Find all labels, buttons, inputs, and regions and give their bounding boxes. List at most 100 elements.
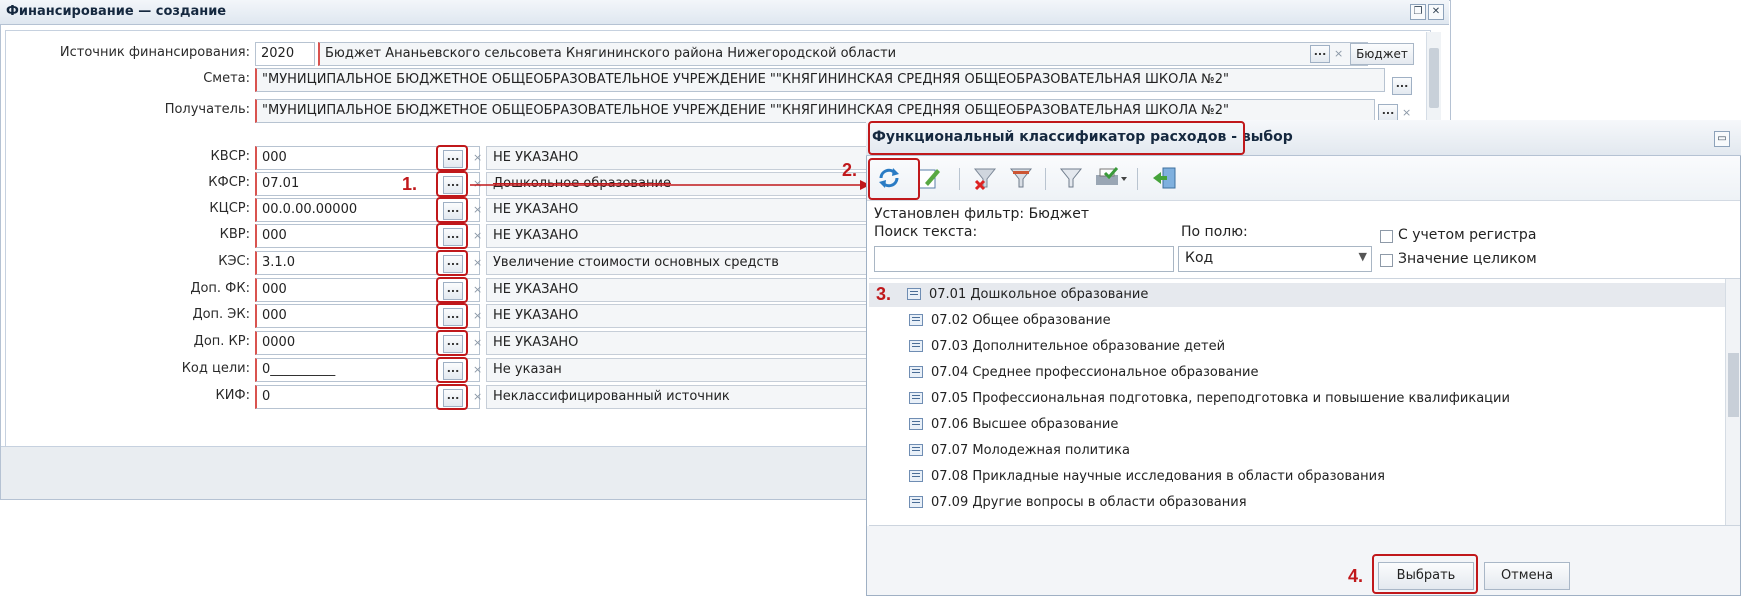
document-list-icon	[907, 288, 921, 300]
filter-icon[interactable]	[1007, 165, 1035, 191]
classifier-clear-icon[interactable]: ×	[473, 151, 482, 164]
dialog-footer	[867, 526, 1740, 595]
step-3-label: 3.	[876, 284, 892, 304]
whole-value-label: Значение целиком	[1398, 251, 1537, 267]
classifier-name-field: Неклассифицированный источник	[486, 385, 868, 409]
select-highlight	[1372, 554, 1478, 594]
classifier-label: КВР:	[219, 227, 250, 242]
step-2-label: 2.	[842, 160, 858, 180]
case-sensitive-checkbox[interactable]	[1380, 230, 1393, 243]
classifier-clear-icon[interactable]: ×	[473, 309, 482, 322]
document-list-icon	[909, 496, 923, 508]
list-item-label: 07.07 Молодежная политика	[931, 443, 1130, 458]
list-item[interactable]: 07.07 Молодежная политика	[869, 439, 1549, 463]
dialog-title-highlight	[868, 121, 1245, 155]
classifier-label: Код цели:	[181, 361, 250, 376]
classifier-lookup-button[interactable]: ...	[443, 255, 463, 273]
print-icon[interactable]	[1093, 165, 1127, 191]
smeta-field[interactable]: "МУНИЦИПАЛЬНОЕ БЮДЖЕТНОЕ ОБЩЕОБРАЗОВАТЕЛ…	[255, 68, 1385, 92]
filter-settings-icon[interactable]	[1057, 165, 1085, 191]
classifier-name-field: НЕ УКАЗАНО	[486, 198, 868, 222]
document-list-icon	[909, 470, 923, 482]
list-item-label: 07.06 Высшее образование	[931, 417, 1119, 432]
search-text-label: Поиск текста:	[874, 224, 978, 240]
classifier-name-field: НЕ УКАЗАНО	[486, 224, 868, 248]
list-item[interactable]: 07.05 Профессиональная подготовка, переп…	[869, 387, 1549, 411]
classifier-name-field: НЕ УКАЗАНО	[486, 146, 868, 170]
step-4-label: 4.	[1348, 566, 1364, 586]
list-item-label: 07.03 Дополнительное образование детей	[931, 339, 1226, 354]
list-item-label: 07.09 Другие вопросы в области образован…	[931, 495, 1247, 510]
list-item[interactable]: 07.04 Среднее профессиональное образован…	[869, 361, 1549, 385]
list-item[interactable]: 07.03 Дополнительное образование детей	[869, 335, 1549, 359]
restore-icon[interactable]: ❐	[1410, 4, 1426, 20]
close-icon[interactable]: ✕	[1428, 4, 1444, 20]
classifier-lookup-button[interactable]: ...	[443, 228, 463, 246]
window-titlebar: Финансирование — создание ❐ ✕	[0, 0, 1449, 25]
recipient-label: Получатель:	[164, 102, 250, 117]
step-arrow	[470, 180, 870, 190]
classifier-label: КЦСР:	[209, 201, 250, 216]
chevron-down-icon[interactable]: ▼	[1359, 250, 1367, 263]
document-list-icon	[909, 392, 923, 404]
classifier-name-field: НЕ УКАЗАНО	[486, 278, 868, 302]
classifier-clear-icon[interactable]: ×	[473, 283, 482, 296]
clear-filter-icon[interactable]	[971, 165, 999, 191]
list-item-label: 07.08 Прикладные научные исследования в …	[931, 469, 1385, 484]
tree-items: 07.01 Дошкольное образование 07.02 Общее…	[869, 279, 1725, 525]
classifier-clear-icon[interactable]: ×	[473, 390, 482, 403]
classifier-clear-icon[interactable]: ×	[473, 336, 482, 349]
classifier-lookup-button[interactable]: ...	[443, 150, 463, 168]
list-item-label: 07.05 Профессиональная подготовка, переп…	[931, 391, 1510, 406]
list-item[interactable]: 07.02 Общее образование	[869, 309, 1549, 333]
classifier-label: КИФ:	[215, 388, 250, 403]
search-field-label: По полю:	[1181, 224, 1248, 240]
classifier-lookup-button[interactable]: ...	[443, 282, 463, 300]
list-scrollbar-thumb[interactable]	[1728, 353, 1739, 417]
document-list-icon	[909, 314, 923, 326]
search-field-select[interactable]: Код ▼	[1178, 246, 1372, 272]
list-item[interactable]: 07.09 Другие вопросы в области образован…	[869, 491, 1549, 515]
list-item[interactable]: 07.01 Дошкольное образование	[869, 283, 1549, 307]
document-list-icon	[909, 418, 923, 430]
source-field[interactable]: Бюджет Ананьевского сельсовета Княгининс…	[318, 42, 1368, 66]
source-year-field[interactable]: 2020	[255, 42, 315, 66]
classifier-lookup-button[interactable]: ...	[443, 362, 463, 380]
source-lookup-button[interactable]: ...	[1310, 45, 1330, 63]
source-label: Источник финансирования:	[59, 45, 250, 60]
list-item[interactable]: 07.06 Высшее образование	[869, 413, 1549, 437]
classifier-lookup-button[interactable]: ...	[443, 389, 463, 407]
classifier-name-field: НЕ УКАЗАНО	[486, 331, 868, 355]
smeta-lookup-button[interactable]: ...	[1392, 77, 1412, 95]
recipient-clear-icon[interactable]: ×	[1402, 106, 1411, 119]
classifier-label: Доп. ЭК:	[192, 307, 250, 322]
source-clear-icon[interactable]: ×	[1334, 47, 1343, 60]
classifier-list: 07.01 Дошкольное образование 07.02 Общее…	[869, 278, 1740, 526]
budget-button[interactable]: Бюджет	[1350, 43, 1414, 65]
dialog-toolbar	[867, 156, 1740, 201]
list-item-label: 07.02 Общее образование	[931, 313, 1111, 328]
document-list-icon	[909, 444, 923, 456]
classifier-lookup-button[interactable]: ...	[443, 308, 463, 326]
classifier-clear-icon[interactable]: ×	[473, 229, 482, 242]
classifier-name-field: НЕ УКАЗАНО	[486, 304, 868, 328]
filter-status: Установлен фильтр: Бюджет	[874, 206, 1090, 222]
window-title: Финансирование — создание	[6, 4, 227, 19]
classifier-clear-icon[interactable]: ×	[473, 203, 482, 216]
list-item-label: 07.04 Среднее профессиональное образован…	[931, 365, 1259, 380]
search-text-input[interactable]	[874, 246, 1174, 272]
cancel-button[interactable]: Отмена	[1484, 562, 1570, 590]
scrollbar-thumb[interactable]	[1429, 48, 1439, 108]
classifier-clear-icon[interactable]: ×	[473, 256, 482, 269]
list-item[interactable]: 07.08 Прикладные научные исследования в …	[869, 465, 1549, 489]
exit-icon[interactable]	[1151, 165, 1179, 191]
step-1-label: 1.	[402, 174, 418, 194]
maximize-icon[interactable]: ▭	[1714, 131, 1730, 147]
whole-value-checkbox[interactable]	[1380, 254, 1393, 267]
classifier-lookup-button[interactable]: ...	[443, 335, 463, 353]
list-scrollbar[interactable]	[1725, 279, 1740, 525]
classifier-lookup-button[interactable]: ...	[443, 202, 463, 220]
classifier-clear-icon[interactable]: ×	[473, 363, 482, 376]
smeta-label: Смета:	[203, 71, 250, 86]
search-field-value: Код	[1185, 250, 1214, 266]
